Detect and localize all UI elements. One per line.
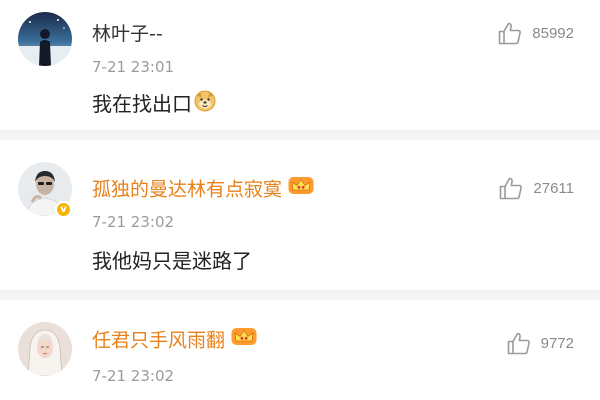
- username-text: 任君只手风雨翻: [92, 329, 226, 352]
- comment-item: 任君只手风雨翻 7-21 23:02 9772: [0, 300, 600, 400]
- comment-item: v 孤独的曼达林有点寂寞 7-21 23:02 我他妈只是迷路了 27611: [0, 140, 600, 290]
- like-button[interactable]: 27611: [499, 177, 574, 200]
- avatar[interactable]: [18, 12, 72, 66]
- verified-badge-icon: v: [55, 201, 72, 218]
- comment-text-body: 我在找出口: [92, 92, 192, 116]
- like-count: 27611: [533, 180, 574, 197]
- comment-item: 林叶子-- 7-21 23:01 我在找出口 85992: [0, 0, 600, 130]
- username[interactable]: 孤独的曼达林有点寂寞: [92, 177, 314, 203]
- vip-crown-icon[interactable]: [288, 175, 314, 201]
- like-button[interactable]: 85992: [498, 22, 574, 45]
- timestamp: 7-21 23:02: [92, 367, 175, 385]
- divider: [0, 290, 600, 300]
- doge-emoji-icon: [194, 90, 216, 118]
- username-text: 孤独的曼达林有点寂寞: [92, 178, 283, 201]
- divider: [0, 130, 600, 140]
- timestamp: 7-21 23:02: [92, 213, 175, 231]
- thumbs-up-icon: [499, 177, 523, 200]
- vip-crown-icon[interactable]: [231, 326, 257, 352]
- comment-text: 我在找出口: [92, 90, 216, 120]
- username[interactable]: 林叶子--: [92, 22, 163, 46]
- like-button[interactable]: 9772: [507, 332, 574, 355]
- username[interactable]: 任君只手风雨翻: [92, 328, 257, 354]
- thumbs-up-icon: [498, 22, 522, 45]
- like-count: 85992: [532, 25, 574, 42]
- comment-text: 我他妈只是迷路了: [92, 249, 252, 273]
- avatar[interactable]: [18, 322, 72, 376]
- like-count: 9772: [540, 335, 574, 352]
- thumbs-up-icon: [507, 332, 531, 355]
- timestamp: 7-21 23:01: [92, 58, 175, 76]
